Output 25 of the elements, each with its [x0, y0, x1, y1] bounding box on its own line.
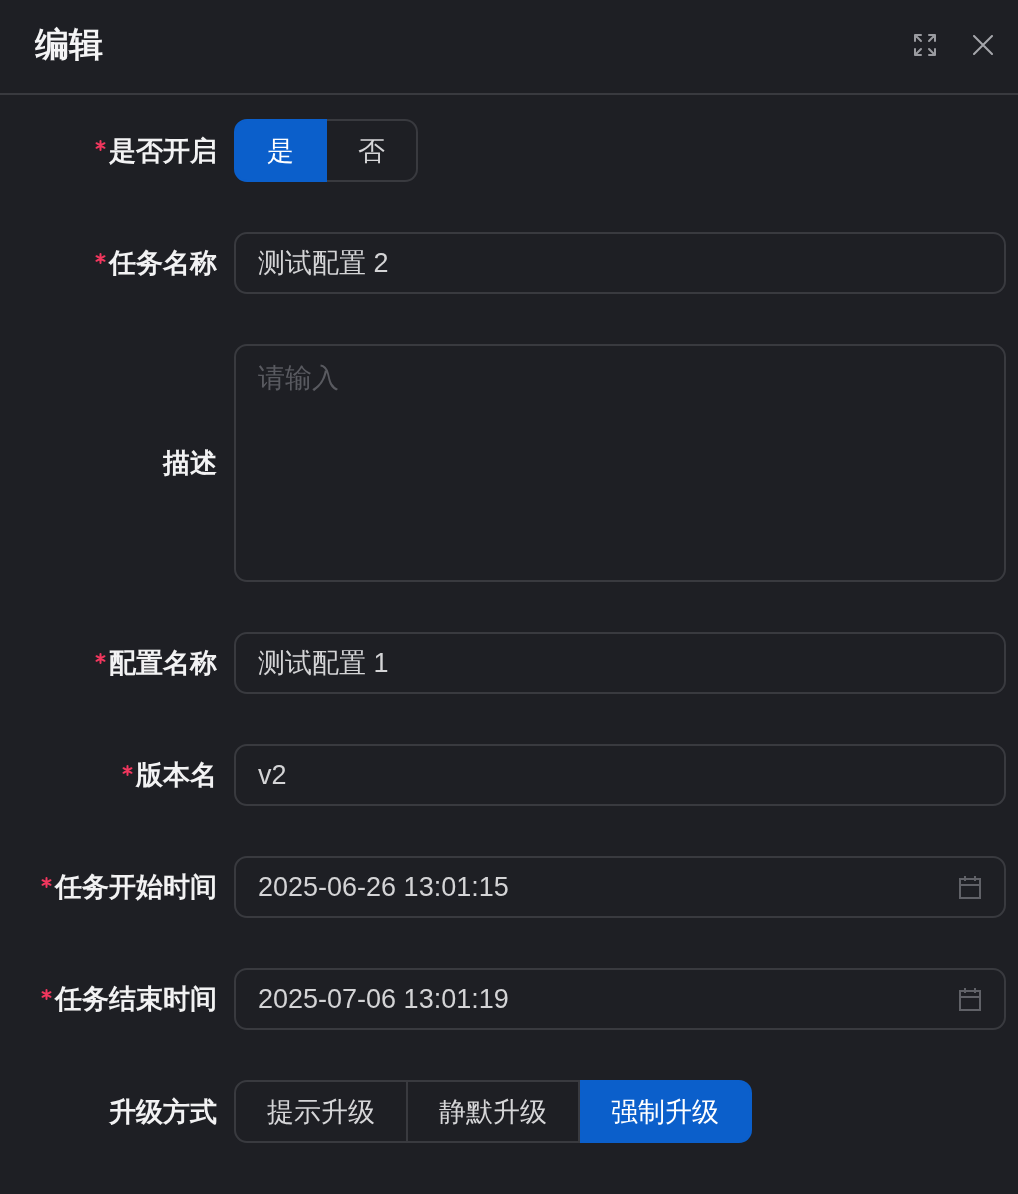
field-label: 描述: [163, 447, 217, 480]
field-label: 任务名称: [109, 247, 217, 280]
field-label: 任务结束时间: [55, 983, 217, 1016]
calendar-icon: [958, 987, 982, 1011]
field-label: 版本名: [136, 759, 217, 792]
date-time-field[interactable]: 2025-07-06 13:01:19: [234, 968, 1006, 1030]
calendar-icon: [958, 875, 982, 899]
segment-option[interactable]: 强制升级: [580, 1080, 752, 1143]
expand-icon: [913, 32, 937, 57]
segment-option[interactable]: 提示升级: [234, 1080, 408, 1143]
segment-option[interactable]: 否: [327, 119, 418, 182]
close-button[interactable]: [973, 34, 993, 55]
text-field[interactable]: 测试配置 2: [234, 232, 1006, 294]
text-field[interactable]: v2: [234, 744, 1006, 806]
field-label: 任务开始时间: [55, 871, 217, 904]
description-field[interactable]: 请输入: [234, 344, 1006, 582]
fullscreen-button[interactable]: [913, 32, 937, 57]
close-icon: [973, 34, 993, 55]
dialog-title: 编辑: [35, 24, 103, 65]
segment-option[interactable]: 是: [234, 119, 327, 182]
field-label: 升级方式: [109, 1095, 217, 1129]
text-field[interactable]: 测试配置 1: [234, 632, 1006, 694]
field-label: 是否开启: [109, 134, 217, 168]
field-label: 配置名称: [109, 647, 217, 680]
date-time-field[interactable]: 2025-06-26 13:01:15: [234, 856, 1006, 918]
